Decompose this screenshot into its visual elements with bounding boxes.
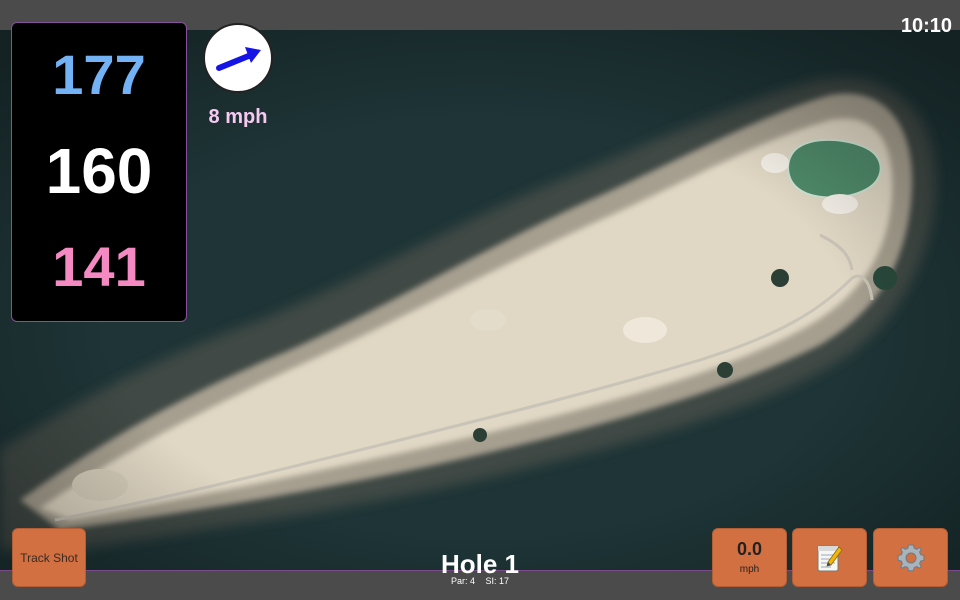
- notepad-icon: [817, 545, 843, 571]
- distance-panel: 177 160 141: [11, 22, 187, 322]
- wind-arrow-icon: [216, 47, 261, 71]
- speed-button[interactable]: 0.0 mph: [712, 528, 787, 587]
- hole-stroke-index: SI: 17: [485, 576, 510, 586]
- track-shot-label: Track Shot: [20, 550, 78, 565]
- speed-unit: mph: [739, 564, 760, 575]
- wind-indicator: [203, 23, 273, 93]
- speed-value: 0.0: [736, 539, 763, 559]
- hole-title: Hole 1: [440, 549, 520, 579]
- back-distance: 177: [52, 43, 146, 106]
- settings-button[interactable]: [873, 528, 948, 587]
- clock: 10:10: [900, 15, 952, 37]
- hole-meta: Par: 4 SI: 17: [380, 577, 580, 586]
- hole-par: Par: 4: [450, 576, 475, 586]
- golf-gps-screen: 10:10 177 160 141 8 mph Track Shot Hole …: [0, 0, 960, 600]
- middle-distance: 160: [45, 135, 153, 207]
- notes-button[interactable]: [792, 528, 867, 587]
- track-shot-button[interactable]: Track Shot: [12, 528, 86, 587]
- wind-speed: 8 mph: [208, 106, 268, 128]
- gear-icon: [897, 544, 924, 571]
- front-distance: 141: [52, 235, 146, 298]
